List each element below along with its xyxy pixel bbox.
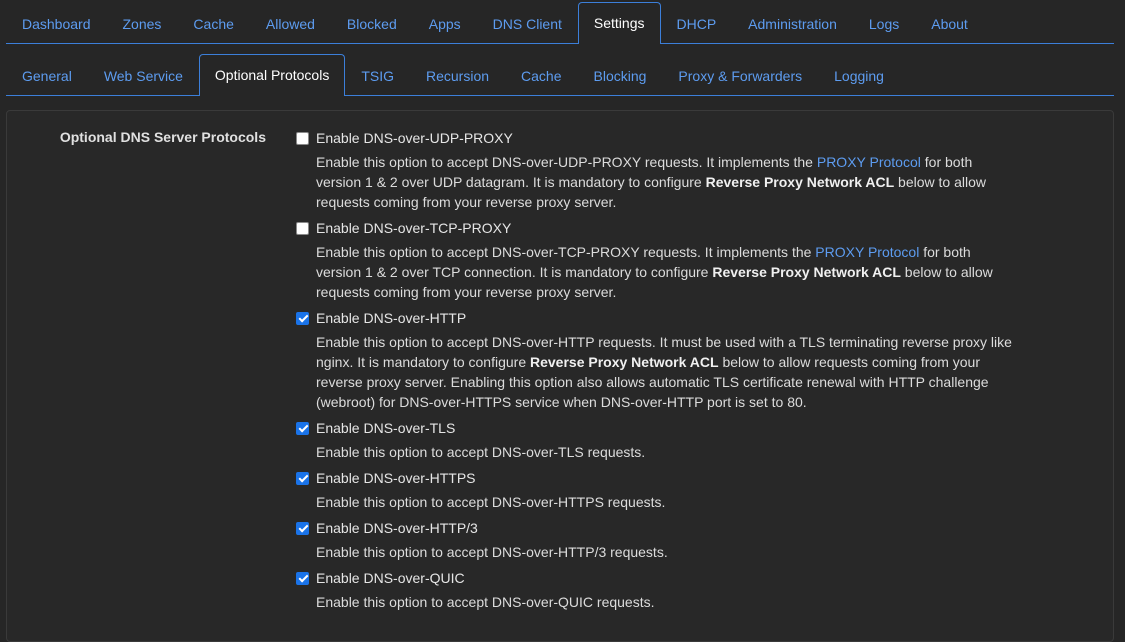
enable-dns-over-http-3-checkbox[interactable] bbox=[296, 521, 309, 535]
option-enable-dns-over-http-3: Enable DNS-over-HTTP/3 Enable this option… bbox=[295, 518, 1015, 562]
subtab-cache[interactable]: Cache bbox=[505, 55, 577, 96]
description-text: Enable this option to accept DNS-over-TC… bbox=[316, 244, 816, 260]
main-nav-tabs: Dashboard Zones Cache Allowed Blocked Apps DNS… bbox=[6, 1, 1114, 44]
subtab-proxy-forwarders[interactable]: Proxy & Forwarders bbox=[662, 55, 818, 96]
enable-dns-over-tls-description: Enable this option to accept DNS-over-TL… bbox=[316, 442, 1015, 462]
reverse-proxy-acl-text: Reverse Proxy Network ACL bbox=[705, 174, 895, 190]
subtab-optional-protocols[interactable]: Optional Protocols bbox=[198, 54, 346, 96]
enable-dns-over-udp-proxy-label[interactable]: Enable DNS-over-UDP-PROXY bbox=[316, 130, 513, 146]
enable-dns-over-https-label[interactable]: Enable DNS-over-HTTPS bbox=[316, 470, 476, 486]
enable-dns-over-quic-checkbox[interactable] bbox=[296, 571, 309, 585]
subtab-blocking[interactable]: Blocking bbox=[578, 55, 663, 96]
subtab-logging[interactable]: Logging bbox=[818, 55, 900, 96]
enable-dns-over-http-3-label[interactable]: Enable DNS-over-HTTP/3 bbox=[316, 520, 478, 536]
subtab-web-service[interactable]: Web Service bbox=[88, 55, 199, 96]
subtab-general[interactable]: General bbox=[6, 55, 88, 96]
reverse-proxy-acl-text: Reverse Proxy Network ACL bbox=[712, 264, 901, 280]
option-enable-dns-over-udp-proxy: Enable DNS-over-UDP-PROXY Enable this opt… bbox=[295, 128, 1015, 212]
option-enable-dns-over-tls: Enable DNS-over-TLS Enable this option to… bbox=[295, 418, 1015, 462]
tab-allowed[interactable]: Allowed bbox=[250, 3, 331, 44]
enable-dns-over-tls-checkbox[interactable] bbox=[296, 421, 309, 435]
protocol-options: Enable DNS-over-UDP-PROXY Enable this opt… bbox=[295, 128, 1015, 618]
group-label: Optional DNS Server Protocols bbox=[59, 129, 266, 145]
enable-dns-over-http-description: Enable this option to accept DNS-over-HT… bbox=[316, 332, 1015, 412]
description-text: Enable this option to accept DNS-over-HT… bbox=[316, 494, 666, 510]
tab-cache[interactable]: Cache bbox=[177, 3, 249, 44]
enable-dns-over-http-checkbox[interactable] bbox=[296, 311, 309, 325]
tab-zones[interactable]: Zones bbox=[107, 3, 178, 44]
enable-dns-over-https-checkbox[interactable] bbox=[296, 471, 309, 485]
enable-dns-over-https-description: Enable this option to accept DNS-over-HT… bbox=[316, 492, 1015, 512]
description-text: Enable this option to accept DNS-over-QU… bbox=[316, 594, 655, 610]
tab-dhcp[interactable]: DHCP bbox=[661, 3, 733, 44]
tab-settings[interactable]: Settings bbox=[577, 2, 661, 44]
enable-dns-over-quic-label[interactable]: Enable DNS-over-QUIC bbox=[316, 570, 465, 586]
tab-administration[interactable]: Administration bbox=[732, 3, 853, 44]
description-text: Enable this option to accept DNS-over-TL… bbox=[316, 444, 646, 460]
tab-blocked[interactable]: Blocked bbox=[331, 3, 413, 44]
enable-dns-over-tcp-proxy-checkbox[interactable] bbox=[296, 221, 309, 235]
proxy-protocol-link[interactable]: PROXY Protocol bbox=[817, 154, 921, 170]
proxy-protocol-link[interactable]: PROXY Protocol bbox=[815, 244, 919, 260]
option-enable-dns-over-quic: Enable DNS-over-QUIC Enable this option t… bbox=[295, 568, 1015, 612]
subtab-tsig[interactable]: TSIG bbox=[345, 55, 410, 96]
tab-about[interactable]: About bbox=[915, 3, 984, 44]
option-enable-dns-over-https: Enable DNS-over-HTTPS Enable this option … bbox=[295, 468, 1015, 512]
option-enable-dns-over-http: Enable DNS-over-HTTP Enable this option t… bbox=[295, 308, 1015, 412]
optional-protocols-panel: Optional DNS Server Protocols Enable DNS… bbox=[6, 110, 1114, 642]
enable-dns-over-udp-proxy-description: Enable this option to accept DNS-over-UD… bbox=[316, 152, 1015, 212]
tab-logs[interactable]: Logs bbox=[853, 3, 915, 44]
description-text: Enable this option to accept DNS-over-HT… bbox=[316, 544, 668, 560]
tab-apps[interactable]: Apps bbox=[413, 3, 477, 44]
enable-dns-over-http-3-description: Enable this option to accept DNS-over-HT… bbox=[316, 542, 1015, 562]
tab-dashboard[interactable]: Dashboard bbox=[6, 3, 107, 44]
reverse-proxy-acl-text: Reverse Proxy Network ACL bbox=[530, 354, 719, 370]
enable-dns-over-http-label[interactable]: Enable DNS-over-HTTP bbox=[316, 310, 466, 326]
enable-dns-over-tls-label[interactable]: Enable DNS-over-TLS bbox=[316, 420, 455, 436]
tab-dns-client[interactable]: DNS Client bbox=[477, 3, 578, 44]
subtab-recursion[interactable]: Recursion bbox=[410, 55, 505, 96]
option-enable-dns-over-tcp-proxy: Enable DNS-over-TCP-PROXY Enable this opt… bbox=[295, 218, 1015, 302]
enable-dns-over-udp-proxy-checkbox[interactable] bbox=[296, 131, 309, 145]
description-text: Enable this option to accept DNS-over-UD… bbox=[316, 154, 817, 170]
settings-sub-tabs: General Web Service Optional Protocols TSIG… bbox=[6, 53, 1114, 96]
enable-dns-over-tcp-proxy-description: Enable this option to accept DNS-over-TC… bbox=[316, 242, 1015, 302]
enable-dns-over-tcp-proxy-label[interactable]: Enable DNS-over-TCP-PROXY bbox=[316, 220, 511, 236]
enable-dns-over-quic-description: Enable this option to accept DNS-over-QU… bbox=[316, 592, 1015, 612]
